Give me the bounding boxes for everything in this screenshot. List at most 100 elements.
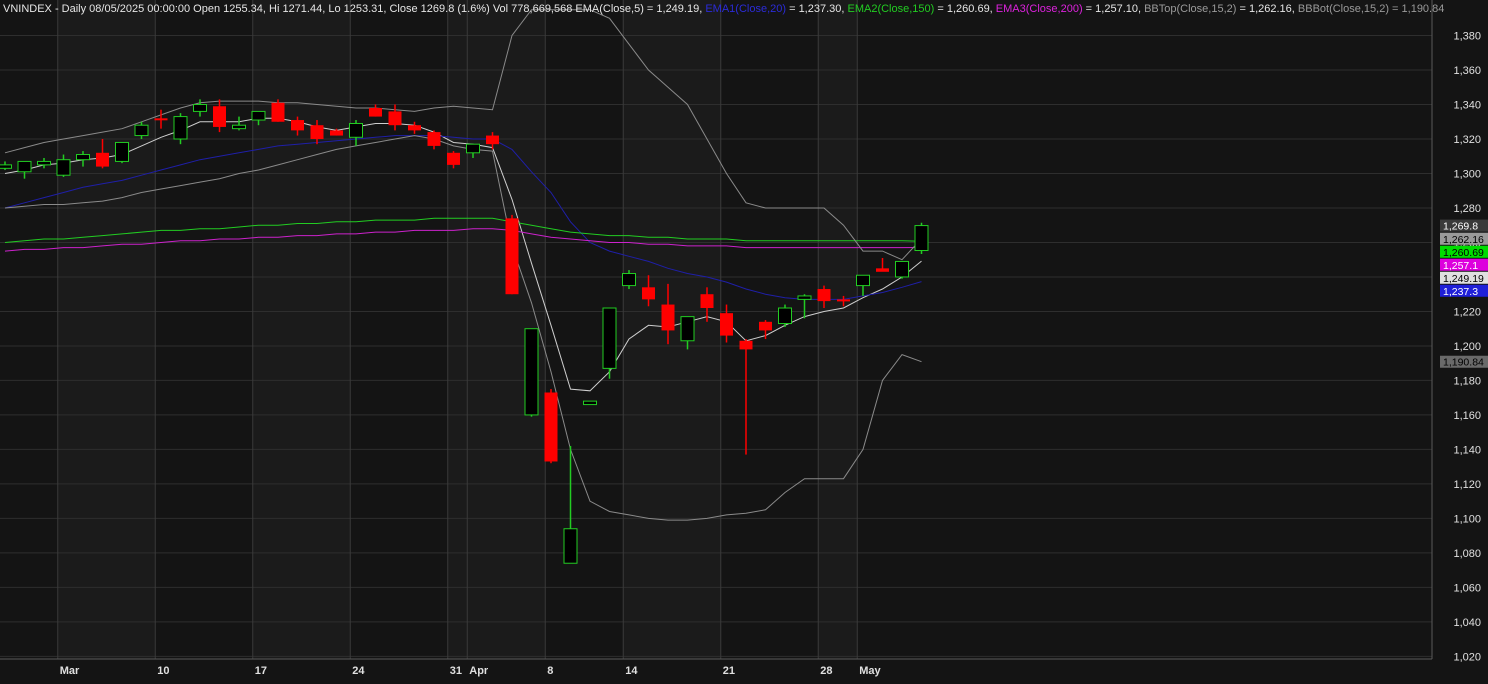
chart-header: VNINDEX - Daily 08/05/2025 00:00:00 Open… [3, 3, 1444, 15]
y-tick-label: 1,360 [1453, 65, 1481, 77]
header-segment: BBBot(Close,15,2) = 1,190.84 [1298, 3, 1444, 15]
candle[interactable] [602, 307, 617, 379]
candle-body [349, 122, 363, 138]
y-tick-label: 1,340 [1453, 100, 1481, 112]
x-tick-label: Mar [60, 665, 80, 677]
header-segment: = 1,257.10, [1083, 3, 1144, 15]
candle-body [583, 400, 597, 406]
candle-body [193, 104, 207, 112]
candle-body [856, 274, 870, 287]
price-tag: 1,237.3 [1440, 284, 1488, 298]
y-tick-label: 1,020 [1453, 651, 1481, 663]
y-tick-label: 1,320 [1453, 134, 1481, 146]
x-tick-label: 24 [352, 665, 365, 677]
y-tick-label: 1,140 [1453, 444, 1481, 456]
y-tick-label: 1,100 [1453, 513, 1481, 525]
candle-body [134, 124, 149, 137]
header-segment: EMA2(Close,150) [848, 3, 935, 15]
y-tick-label: 1,280 [1453, 203, 1481, 215]
candle-body [388, 111, 402, 126]
price-tag: 1,269.8 [1440, 219, 1488, 233]
y-tick-label: 1,220 [1453, 306, 1481, 318]
header-segment: = 1,237.30, [786, 3, 847, 15]
price-tag-label: 1,262.16 [1443, 234, 1484, 246]
x-tick-label: 8 [547, 665, 553, 677]
price-tag-label: 1,269.8 [1443, 221, 1478, 233]
candle-body [720, 313, 733, 336]
candle-body [680, 316, 695, 342]
y-tick-label: 1,040 [1453, 617, 1481, 629]
candle-body [251, 110, 266, 121]
candle-body [154, 118, 168, 121]
header-segment: EMA1(Close,20) [705, 3, 786, 15]
chart-svg[interactable]: 1,020 1,040 1,060 1,080 1,100 1,120 1,140 1,160… [0, 0, 1488, 679]
header-segment: EMA3(Close,200) [996, 3, 1083, 15]
candle-body [797, 295, 812, 300]
candle[interactable] [914, 222, 929, 255]
candle[interactable] [505, 214, 519, 295]
candle-body [427, 132, 441, 146]
candle-body [505, 218, 519, 295]
candle-body [291, 120, 304, 131]
price-tag: 1,190.84 [1440, 355, 1488, 369]
y-tick-label: 1,080 [1453, 548, 1481, 560]
y-tick-label: 1,060 [1453, 582, 1481, 594]
candle-body [232, 124, 246, 130]
week-band [818, 0, 858, 659]
candle-body [602, 307, 617, 369]
candle-body [369, 107, 382, 117]
candle-body [76, 154, 90, 161]
candle[interactable] [115, 141, 129, 164]
candle-body [524, 328, 539, 416]
chart[interactable]: 1,020 1,040 1,060 1,080 1,100 1,120 1,140 1,160… [0, 0, 1488, 679]
candle-body [895, 260, 909, 278]
candle-body [56, 159, 71, 176]
candle[interactable] [583, 400, 597, 406]
price-tag: 1,260.69 [1440, 245, 1488, 259]
price-tag-label: 1,249.19 [1443, 273, 1484, 285]
x-tick-label: Apr [469, 665, 489, 677]
y-tick-label: 1,300 [1453, 168, 1481, 180]
candle[interactable] [524, 328, 539, 417]
y-tick-label: 1,380 [1453, 31, 1481, 43]
candle-body [0, 164, 12, 169]
candle[interactable] [895, 260, 909, 279]
candle-body [817, 289, 831, 302]
header-segment: = 1,260.69, [934, 3, 995, 15]
price-tag-label: 1,237.3 [1443, 286, 1478, 298]
y-tick-label: 1,160 [1453, 410, 1481, 422]
candle-body [96, 152, 109, 167]
candle-body [778, 307, 792, 325]
candle-body [173, 116, 188, 140]
x-tick-label: 31 [450, 665, 462, 677]
candle-body [271, 102, 285, 122]
candle-body [661, 304, 675, 331]
candle-body [330, 130, 343, 136]
candle-body [563, 528, 578, 564]
candle-body [466, 143, 480, 154]
candle-body [17, 160, 32, 173]
price-tag-label: 1,190.84 [1443, 357, 1484, 369]
price-tag: 1,249.19 [1440, 271, 1488, 285]
price-tag-label: 1,260.69 [1443, 247, 1484, 259]
candle-body [876, 268, 889, 272]
x-tick-label: 10 [157, 665, 169, 677]
candle[interactable] [544, 389, 558, 464]
x-tick-label: 21 [723, 665, 735, 677]
candle[interactable] [778, 304, 792, 327]
week-band [57, 0, 156, 659]
candle-body [447, 152, 460, 165]
header-segment: BBTop(Close,15,2) [1144, 3, 1236, 15]
price-tag: 1,257.1 [1440, 258, 1488, 272]
candle-body [622, 273, 636, 287]
candle-body [914, 225, 929, 252]
candle-body [37, 160, 51, 166]
y-tick-label: 1,120 [1453, 479, 1481, 491]
y-tick-label: 1,200 [1453, 341, 1481, 353]
header-segment: VNINDEX - Daily 08/05/2025 00:00:00 Open… [3, 3, 705, 15]
candle-body [759, 321, 772, 331]
price-tag-label: 1,257.1 [1443, 260, 1478, 272]
x-tick-label: May [859, 665, 881, 677]
candle-body [837, 299, 850, 302]
y-tick-label: 1,180 [1453, 375, 1481, 387]
